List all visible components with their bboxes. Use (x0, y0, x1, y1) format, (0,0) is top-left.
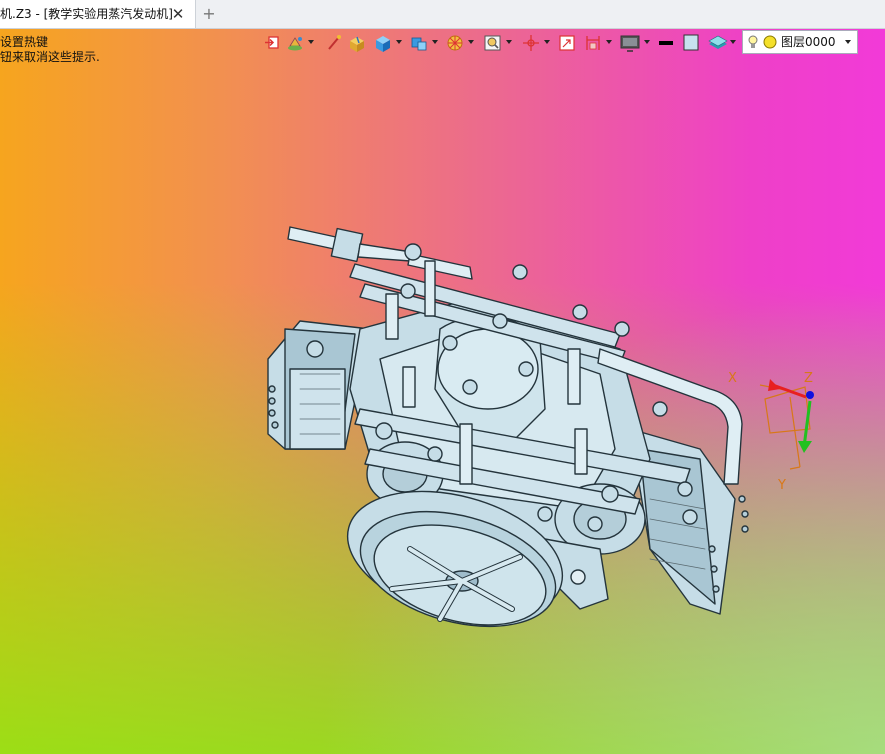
view-cube-dropdown-icon[interactable] (432, 40, 438, 44)
document-tab[interactable]: 机.Z3 - [教学实验用蒸汽发动机] ✕ (0, 0, 196, 28)
3d-viewport[interactable]: 设置热键 钮来取消这些提示. 图层0000 Z X Y (0, 29, 885, 754)
paint-icon[interactable] (286, 32, 304, 54)
layer-select[interactable]: 图层0000 (742, 30, 858, 54)
layer-select-label: 图层0000 (781, 35, 836, 49)
document-tab-title: 机.Z3 - [教学实验用蒸汽发动机] (0, 7, 173, 21)
fill-color-icon[interactable] (682, 32, 700, 54)
display-icon[interactable] (620, 32, 640, 54)
triad-y-label: Y (777, 478, 786, 493)
engine-model[interactable]: Z X Y (0, 29, 885, 754)
tab-bar: 机.Z3 - [教学实验用蒸汽发动机] ✕ + (0, 0, 885, 29)
view-cube-icon[interactable] (410, 32, 428, 54)
triad-z-label: Z (804, 371, 813, 386)
zoom-box-icon[interactable] (484, 32, 502, 54)
shading-dropdown-icon[interactable] (468, 40, 474, 44)
triad-x-label: X (728, 371, 737, 386)
line-tool-icon[interactable] (326, 32, 342, 54)
dimension-icon[interactable] (584, 32, 602, 54)
bulb-icon[interactable] (747, 34, 779, 50)
cube-dropdown-icon[interactable] (396, 40, 402, 44)
axis-dropdown-icon[interactable] (544, 40, 550, 44)
layer-dropdown-icon[interactable] (730, 40, 736, 44)
layer-stack-icon[interactable] (708, 32, 728, 54)
box-icon[interactable] (348, 32, 366, 54)
dimension-dropdown-icon[interactable] (606, 40, 612, 44)
chevron-down-icon[interactable] (845, 40, 851, 44)
hint-line-2: 钮来取消这些提示. (0, 50, 100, 64)
display-dropdown-icon[interactable] (644, 40, 650, 44)
exit-sketch-icon[interactable] (264, 32, 280, 54)
shading-wheel-icon[interactable] (446, 32, 464, 54)
zoom-dropdown-icon[interactable] (506, 40, 512, 44)
line-color-icon[interactable] (658, 32, 674, 54)
close-tab-icon[interactable]: ✕ (170, 0, 186, 28)
paint-dropdown-icon[interactable] (308, 40, 314, 44)
view-orient-icon[interactable] (558, 32, 576, 54)
cube-icon[interactable] (374, 32, 392, 54)
axis-icon[interactable] (522, 32, 540, 54)
new-tab-button[interactable]: + (200, 0, 218, 28)
